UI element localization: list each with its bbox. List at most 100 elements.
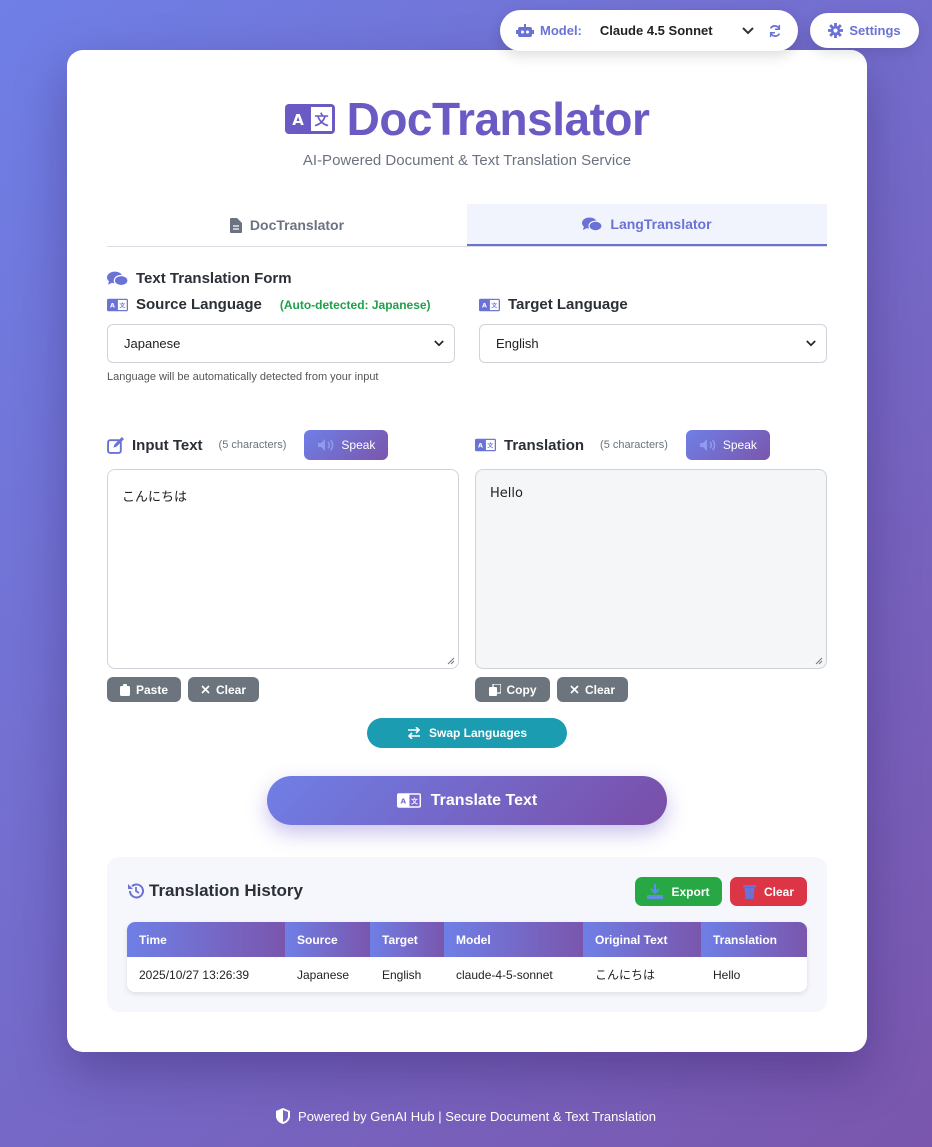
volume-icon [699, 439, 716, 451]
resize-handle-icon[interactable] [815, 657, 823, 665]
translation-label: Translation [504, 436, 585, 454]
brand-header: A文 DocTranslator [67, 92, 867, 146]
target-language-select[interactable]: English [479, 324, 827, 363]
column-header: Source [285, 922, 370, 957]
form-title: Text Translation Form [107, 270, 292, 287]
translation-history-panel: Translation History Export Clear Time So… [107, 857, 827, 1012]
history-table: Time Source Target Model Original Text T… [127, 922, 807, 992]
history-icon [128, 883, 144, 899]
speak-label: Speak [722, 438, 757, 452]
clear-history-label: Clear [763, 884, 795, 899]
input-char-count: (5 characters) [218, 439, 287, 451]
paste-label: Paste [135, 682, 169, 697]
copy-icon [488, 683, 501, 696]
swap-icon [407, 727, 421, 739]
swap-label: Swap Languages [428, 726, 528, 740]
translate-text-button[interactable]: A文 Translate Text [267, 776, 667, 825]
source-language-value: Japanese [124, 336, 181, 351]
translation-output-value: Hello [490, 486, 523, 501]
page-subtitle: AI-Powered Document & Text Translation S… [302, 152, 632, 169]
robot-icon [516, 23, 534, 37]
table-cell: Hello [713, 967, 741, 982]
page-title: DocTranslator [346, 93, 650, 145]
footer: Powered by GenAI Hub | Secure Document &… [0, 1108, 932, 1124]
svg-text:A: A [292, 111, 304, 129]
close-icon [201, 685, 210, 694]
copy-button[interactable]: Copy [475, 677, 550, 702]
tab-label: LangTranslator [610, 216, 712, 232]
form-title-label: Text Translation Form [136, 270, 292, 287]
language-icon: A文 [396, 793, 421, 808]
column-header: Model [444, 922, 583, 957]
source-language-label: A文 Source Language (Auto-detected: Japan… [107, 296, 431, 313]
swap-languages-button[interactable]: Swap Languages [367, 718, 567, 748]
tab-label: DocTranslator [249, 217, 345, 233]
svg-text:A: A [110, 302, 115, 309]
tab-langtranslator[interactable]: LangTranslator [467, 204, 827, 246]
export-label: Export [671, 884, 710, 899]
edit-icon [107, 436, 124, 454]
input-speak-button[interactable]: Speak [304, 430, 389, 460]
chevron-down-icon [806, 340, 816, 347]
table-cell: 2025/10/27 13:26:39 [139, 967, 250, 982]
language-icon: A文 [479, 298, 500, 311]
source-language-select[interactable]: Japanese [107, 324, 455, 363]
download-icon [647, 884, 664, 899]
table-row[interactable]: 2025/10/27 13:26:39 Japanese English cla… [127, 957, 807, 992]
chevron-down-icon[interactable] [742, 26, 754, 35]
paste-button[interactable]: Paste [107, 677, 181, 702]
input-clear-button[interactable]: Clear [188, 677, 259, 702]
auto-detected-badge: (Auto-detected: Japanese) [279, 297, 431, 312]
detection-hint: Language will be automatically detected … [107, 371, 379, 383]
column-header: Time [127, 922, 285, 957]
clear-label: Clear [215, 682, 247, 697]
mode-tabs: DocTranslator LangTranslator [107, 204, 827, 247]
top-bar: Model: Claude 4.5 Sonnet Settings [500, 10, 919, 51]
translation-header: A文 Translation (5 characters) Speak [475, 430, 770, 460]
chevron-down-icon [434, 340, 444, 347]
output-char-count: (5 characters) [600, 439, 668, 451]
translate-icon: A文 [284, 104, 335, 134]
comments-icon [582, 217, 603, 231]
comments-icon [107, 271, 128, 286]
main-card: A文 DocTranslator AI-Powered Document & T… [67, 50, 867, 1052]
copy-label: Copy [506, 682, 537, 697]
clear-history-button[interactable]: Clear [730, 877, 807, 906]
table-cell: claude-4-5-sonnet [456, 967, 553, 982]
svg-text:A: A [482, 302, 487, 309]
table-cell: こんにちは [595, 968, 656, 982]
target-language-label: A文 Target Language [479, 296, 628, 313]
language-icon: A文 [107, 298, 128, 311]
svg-text:A: A [478, 443, 483, 450]
column-header: Original Text [583, 922, 701, 957]
document-icon [229, 217, 242, 233]
model-value[interactable]: Claude 4.5 Sonnet [600, 23, 742, 38]
table-header-row: Time Source Target Model Original Text T… [127, 922, 807, 957]
history-title: Translation History [127, 881, 303, 901]
input-text-label: Input Text [132, 436, 203, 454]
settings-label: Settings [849, 23, 901, 38]
translation-output[interactable]: Hello [475, 469, 827, 669]
tab-doctranslator[interactable]: DocTranslator [107, 204, 467, 246]
language-icon: A文 [475, 438, 496, 452]
settings-button[interactable]: Settings [810, 13, 919, 48]
svg-text:文: 文 [314, 112, 329, 129]
translate-label: Translate Text [430, 791, 538, 809]
history-title-label: Translation History [149, 881, 303, 900]
gear-icon [828, 23, 844, 38]
input-text-value: こんにちは [122, 490, 188, 505]
model-selector[interactable]: Model: Claude 4.5 Sonnet [500, 10, 798, 51]
shield-icon [276, 1108, 291, 1124]
svg-text:A: A [400, 796, 406, 805]
table-cell: English [382, 967, 422, 982]
input-textarea[interactable]: こんにちは [107, 469, 459, 669]
column-header: Translation [701, 922, 807, 957]
refresh-icon[interactable] [768, 24, 782, 38]
output-speak-button[interactable]: Speak [685, 430, 770, 460]
output-clear-button[interactable]: Clear [557, 677, 628, 702]
footer-text: Powered by GenAI Hub | Secure Document &… [298, 1108, 656, 1124]
export-button[interactable]: Export [635, 877, 722, 906]
clipboard-icon [119, 683, 130, 696]
resize-handle-icon[interactable] [447, 657, 455, 665]
speak-label: Speak [341, 438, 376, 452]
